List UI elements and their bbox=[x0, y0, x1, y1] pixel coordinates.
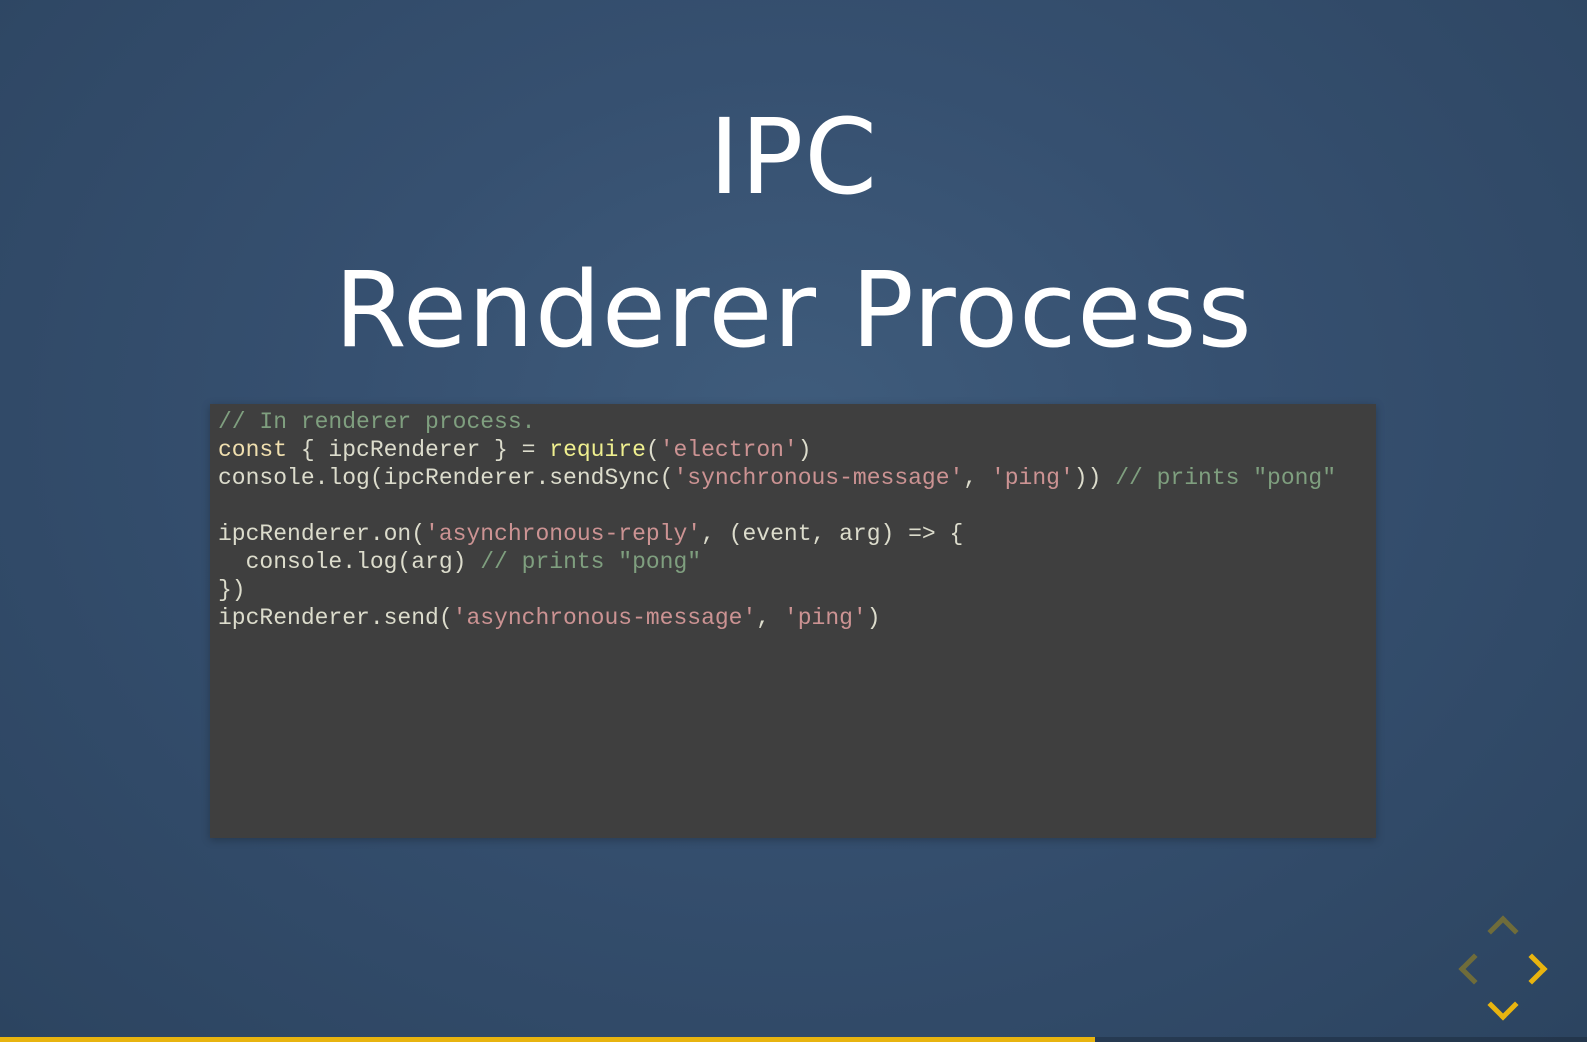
code-block: // In renderer process. const { ipcRender… bbox=[210, 404, 1376, 838]
code-token-func: require bbox=[549, 437, 646, 463]
code-line: console.log(arg) // prints "pong" bbox=[218, 548, 1368, 576]
presentation-slide: IPC Renderer Process // In renderer proc… bbox=[0, 0, 1587, 1042]
code-token-plain: )) bbox=[1073, 465, 1116, 491]
code-token-plain: ( bbox=[645, 437, 660, 463]
code-token-plain: ipcRenderer.on( bbox=[218, 521, 426, 547]
code-content: // In renderer process. const { ipcRender… bbox=[218, 408, 1368, 632]
code-line: console.log(ipcRenderer.sendSync('synchr… bbox=[218, 464, 1368, 492]
code-token-plain: ipcRenderer.send( bbox=[218, 605, 453, 631]
code-token-plain: { ipcRenderer } = bbox=[287, 437, 550, 463]
code-token-string: 'ping' bbox=[783, 605, 867, 631]
code-token-string: 'asynchronous-message' bbox=[452, 605, 757, 631]
code-token-plain: }) bbox=[218, 577, 246, 603]
slide-title-line-2: Renderer Process bbox=[334, 249, 1253, 371]
down-arrow-icon[interactable] bbox=[1487, 989, 1519, 1021]
code-token-string: 'electron' bbox=[659, 437, 798, 463]
progress-bar bbox=[0, 1037, 1587, 1042]
code-token-plain: console.log(arg) bbox=[218, 549, 481, 575]
code-token-comment: // In renderer process. bbox=[218, 409, 536, 435]
slide-title-line-1: IPC bbox=[708, 96, 878, 218]
code-line: ipcRenderer.send('asynchronous-message',… bbox=[218, 604, 1368, 632]
code-token-plain: ) bbox=[797, 437, 812, 463]
up-arrow-icon[interactable] bbox=[1487, 915, 1519, 947]
code-token-comment: // prints "pong" bbox=[480, 549, 702, 575]
code-token-keyword: const bbox=[218, 437, 288, 463]
right-arrow-icon[interactable] bbox=[1516, 953, 1548, 985]
progress-bar-fill bbox=[0, 1037, 1096, 1042]
code-token-plain: , bbox=[756, 605, 784, 631]
left-arrow-icon[interactable] bbox=[1458, 953, 1490, 985]
slide-navigation-controls bbox=[1455, 912, 1551, 1022]
code-line: ipcRenderer.on('asynchronous-reply', (ev… bbox=[218, 520, 1368, 548]
code-token-plain: console.log(ipcRenderer.sendSync( bbox=[218, 465, 674, 491]
code-token-plain: , bbox=[963, 465, 991, 491]
code-token-plain: ) bbox=[866, 605, 881, 631]
code-token-comment: // prints "pong" bbox=[1115, 465, 1337, 491]
code-token-plain: , (event, arg) => { bbox=[701, 521, 964, 547]
code-token-string: 'ping' bbox=[990, 465, 1074, 491]
code-line: const { ipcRenderer } = require('electro… bbox=[218, 436, 1368, 464]
code-token-string: 'asynchronous-reply' bbox=[425, 521, 702, 547]
code-token-string: 'synchronous-message' bbox=[673, 465, 964, 491]
code-line: }) bbox=[218, 576, 1368, 604]
code-line: // In renderer process. bbox=[218, 408, 1368, 436]
